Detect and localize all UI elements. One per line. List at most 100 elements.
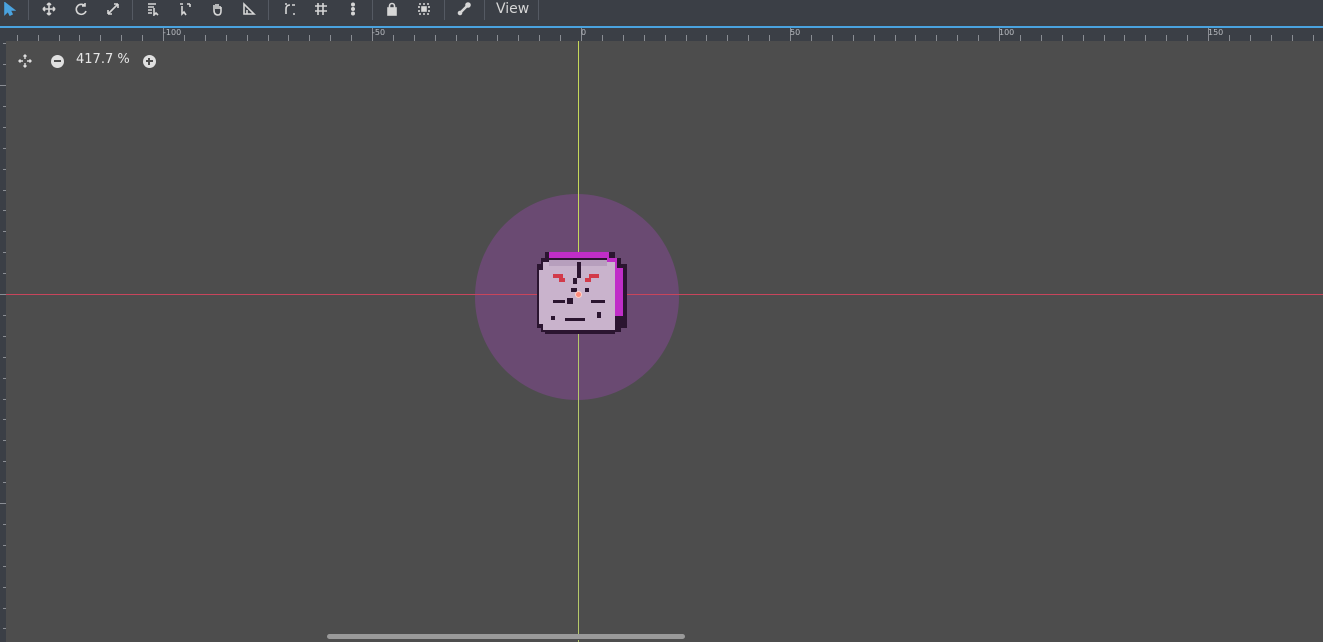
ruler-tick	[435, 35, 436, 41]
ruler-tick	[38, 35, 39, 41]
select-tool-icon[interactable]	[0, 0, 23, 18]
ruler-tick	[727, 35, 728, 41]
zoom-in-icon	[142, 54, 156, 68]
pan-tool-icon[interactable]	[203, 0, 231, 18]
scale-tool-icon[interactable]	[99, 0, 127, 18]
ruler-tick	[1124, 35, 1125, 41]
ruler-tick	[414, 35, 415, 41]
ruler-tick	[288, 35, 289, 41]
list-select-icon[interactable]	[139, 0, 167, 18]
ruler-tick	[623, 35, 624, 41]
ruler-tick	[309, 35, 310, 41]
ruler-label: -50	[372, 28, 386, 37]
ruler-tick	[3, 336, 6, 337]
ruler-tick	[3, 315, 6, 316]
ruler-tick	[915, 35, 916, 41]
grid-snap-icon[interactable]	[307, 0, 335, 18]
ruler-label: 0	[581, 28, 587, 37]
ruler-tick	[59, 35, 60, 41]
zoom-in-button[interactable]	[138, 50, 160, 72]
ruler-tick	[748, 35, 749, 41]
skeleton-bone-icon[interactable]	[450, 0, 478, 18]
ruler-tick	[1083, 35, 1084, 41]
ruler-label: 100	[999, 28, 1015, 37]
ruler-tick	[497, 35, 498, 41]
ruler-tick	[3, 43, 6, 44]
ruler-tick	[226, 35, 227, 41]
ruler-tick	[769, 35, 770, 41]
vertical-ruler[interactable]	[0, 41, 6, 642]
center-view-button[interactable]	[14, 50, 36, 72]
ruler-tick	[1062, 35, 1063, 41]
ruler-tick	[79, 35, 80, 41]
lock-icon[interactable]	[378, 0, 406, 18]
ruler-tool-icon[interactable]	[235, 0, 263, 18]
ruler-tick	[393, 35, 394, 41]
ruler-tick	[247, 35, 248, 41]
toolbar-separator	[484, 0, 485, 20]
horizontal-ruler[interactable]: -100 -50 0 50 100 150	[0, 28, 1323, 41]
zoom-level-reset-button[interactable]: 417.7 %	[76, 52, 130, 67]
ruler-tick	[142, 35, 143, 41]
ruler-label: 50	[790, 28, 801, 37]
zoom-out-button[interactable]	[46, 50, 68, 72]
ruler-tick	[184, 35, 185, 41]
pivot-tool-icon[interactable]	[171, 0, 199, 18]
move-tool-icon[interactable]	[35, 0, 63, 18]
ruler-tick	[706, 35, 707, 41]
ruler-label: -100	[163, 28, 182, 37]
ruler-tick	[330, 35, 331, 41]
ruler-tick	[3, 190, 6, 191]
ruler-tick	[1313, 35, 1314, 41]
ruler-tick	[978, 35, 979, 41]
ruler-tick	[3, 524, 6, 525]
ruler-label: 150	[1208, 28, 1224, 37]
ruler-tick	[121, 35, 122, 41]
ruler-tick	[3, 399, 6, 400]
rotate-tool-icon[interactable]	[67, 0, 95, 18]
ruler-tick	[0, 503, 6, 504]
zoom-out-icon	[50, 54, 64, 68]
ruler-tick	[1187, 35, 1188, 41]
x-axis-line	[6, 294, 1323, 295]
ruler-tick	[895, 35, 896, 41]
ruler-tick	[1020, 35, 1021, 41]
ruler-tick	[3, 169, 6, 170]
more-options-icon[interactable]	[339, 0, 367, 18]
ruler-tick	[539, 35, 540, 41]
ruler-tick	[3, 628, 6, 629]
ruler-tick	[268, 35, 269, 41]
ruler-tick	[1041, 35, 1042, 41]
ruler-tick	[3, 64, 6, 65]
ruler-tick	[3, 608, 6, 609]
ruler-tick	[1229, 35, 1230, 41]
ruler-tick	[477, 35, 478, 41]
toolbar-separator	[132, 0, 133, 20]
ruler-tick	[560, 35, 561, 41]
toolbar-separator	[444, 0, 445, 20]
ruler-tick	[1166, 35, 1167, 41]
ruler-tick	[3, 127, 6, 128]
ruler-tick	[957, 35, 958, 41]
view-menu-button[interactable]: View	[488, 0, 537, 20]
ruler-tick	[1145, 35, 1146, 41]
group-icon[interactable]	[410, 0, 438, 18]
ruler-tick	[936, 35, 937, 41]
ruler-tick	[1104, 35, 1105, 41]
ruler-tick	[3, 419, 6, 420]
ruler-tick	[351, 35, 352, 41]
ruler-tick	[665, 35, 666, 41]
ruler-tick	[100, 35, 101, 41]
center-view-icon	[18, 54, 32, 68]
ruler-tick	[3, 566, 6, 567]
ruler-tick	[853, 35, 854, 41]
ruler-tick	[602, 35, 603, 41]
ruler-tick	[811, 35, 812, 41]
toolbar-separator	[268, 0, 269, 20]
origin-pivot-marker[interactable]	[575, 291, 582, 298]
ruler-tick	[3, 545, 6, 546]
horizontal-scrollbar-thumb[interactable]	[327, 634, 685, 639]
ruler-tick	[17, 35, 18, 41]
ruler-tick	[644, 35, 645, 41]
smart-snap-icon[interactable]	[276, 0, 304, 18]
